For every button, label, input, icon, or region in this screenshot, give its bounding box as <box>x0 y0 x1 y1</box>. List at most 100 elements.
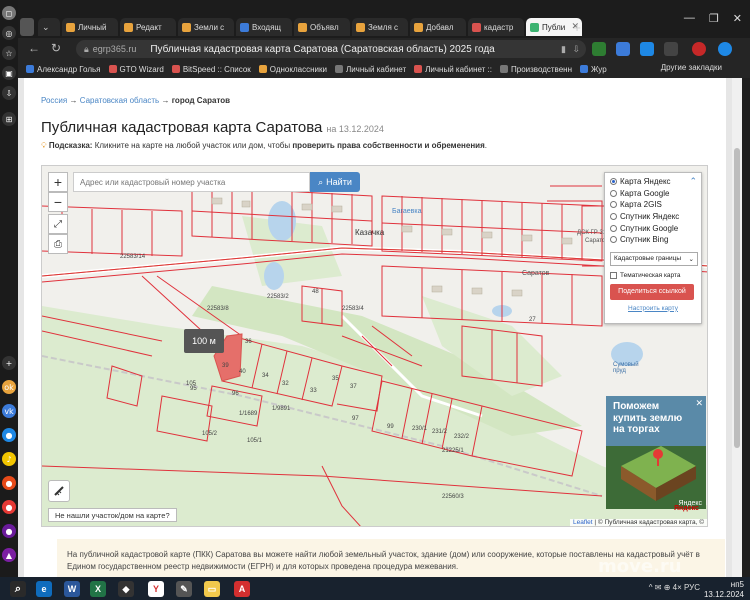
extension-icon[interactable] <box>616 42 630 56</box>
bookmark-item[interactable]: Личный кабинет <box>334 65 406 74</box>
download-icon[interactable]: ⇩ <box>572 44 580 55</box>
tab-6[interactable]: Добавл <box>410 18 466 36</box>
gimp-icon[interactable]: ✎ <box>176 581 192 597</box>
minimize-button[interactable]: — <box>684 12 695 25</box>
search-icon[interactable]: ⌕ <box>10 581 26 597</box>
thematic-toggle[interactable]: Тематическая карта <box>610 271 696 279</box>
parcel-number[interactable]: 37 <box>350 384 357 390</box>
market-icon[interactable]: ● <box>2 500 16 514</box>
layer-radio[interactable] <box>610 201 617 209</box>
app-icon[interactable]: ◆ <box>118 581 134 597</box>
layer-radio[interactable] <box>610 224 617 232</box>
parcel-number[interactable]: 21225/1 <box>442 448 464 454</box>
parcel-number[interactable]: 32 <box>282 381 289 387</box>
tab-3[interactable]: Входящ <box>236 18 292 36</box>
close-window-button[interactable]: ✕ <box>733 12 742 25</box>
layer-option[interactable]: Карта 2GIS <box>610 199 696 211</box>
translate-extension-icon[interactable] <box>640 42 654 56</box>
assistant-icon[interactable]: ▲ <box>2 548 16 562</box>
parcel-number[interactable]: 39 <box>222 363 229 369</box>
parcel-number[interactable]: 22583/14 <box>120 254 145 260</box>
tab-5[interactable]: Земля с <box>352 18 408 36</box>
odnoklassniki-icon[interactable]: ok <box>2 380 16 394</box>
layer-option[interactable]: Спутник Bing <box>610 234 696 246</box>
parcel-number[interactable]: 105 <box>186 381 196 387</box>
parcel-number[interactable]: 232/2 <box>454 434 469 440</box>
bookmark-item[interactable]: Александр Голья <box>26 65 101 74</box>
omnibox[interactable]: 🔒︎ egrp365.ru Публичная кадастровая карт… <box>76 40 586 58</box>
puzzle-extension-icon[interactable] <box>664 42 678 56</box>
tab-1[interactable]: Редакт <box>120 18 176 36</box>
parcel-number[interactable]: 34 <box>262 373 269 379</box>
music-icon[interactable]: ♪ <box>2 452 16 466</box>
edge-icon[interactable]: e <box>36 581 52 597</box>
other-bookmarks[interactable]: Другие закладки <box>661 63 722 72</box>
bookmark-item[interactable]: Одноклассники <box>258 65 327 74</box>
sidebar-tab-icon[interactable]: ▣ <box>2 66 16 80</box>
ad-banner[interactable]: Поможем купить землю на торгах ✕ Яндекс <box>606 396 706 509</box>
tab-menu[interactable]: ⌄ <box>38 18 60 36</box>
sidebar-messenger-icon[interactable]: ◎ <box>2 26 16 40</box>
parcel-number[interactable]: 1/9891 <box>272 406 290 412</box>
sidebar-download-icon[interactable]: ⇩ <box>2 86 16 100</box>
pdf-icon[interactable]: A <box>234 581 250 597</box>
not-found-button[interactable]: Не нашли участок/дом на карте? <box>48 508 177 522</box>
bookmark-icon[interactable]: ▮ <box>561 44 566 55</box>
parcel-number[interactable]: 230/1 <box>412 426 427 432</box>
parcel-number[interactable]: 40 <box>239 369 246 375</box>
layer-radio[interactable] <box>610 178 617 186</box>
parcel-number[interactable]: 97 <box>352 416 359 422</box>
layer-radio[interactable] <box>610 213 617 221</box>
boundary-select[interactable]: Кадастровые границы ⌄ <box>610 251 698 266</box>
chevron-up-icon[interactable]: ⌃ <box>689 176 697 187</box>
profile-avatar[interactable] <box>692 42 706 56</box>
layer-option[interactable]: Карта Google <box>610 188 696 200</box>
parcel-number[interactable]: 96 <box>232 391 239 397</box>
parcel-number[interactable]: 36 <box>245 339 252 345</box>
cadastral-map[interactable]: Багаевка Казачка Саратов ДСК ГР 31 - Сар… <box>41 165 708 527</box>
word-icon[interactable]: W <box>64 581 80 597</box>
layer-option[interactable]: Спутник Google <box>610 222 696 234</box>
thematic-checkbox[interactable] <box>610 271 617 279</box>
yandex-browser-icon[interactable]: Y <box>148 581 164 597</box>
refresh-icon[interactable]: ↻ <box>48 41 64 55</box>
sidebar-square-icon[interactable]: ◻ <box>2 6 16 20</box>
tab-pinned[interactable] <box>20 18 34 36</box>
tab-2[interactable]: Земли с <box>178 18 234 36</box>
excel-icon[interactable]: X <box>90 581 106 597</box>
maximize-button[interactable]: ❐ <box>709 12 719 25</box>
layer-option[interactable]: Карта Яндекс <box>610 176 696 188</box>
parcel-number[interactable]: 231/2 <box>432 429 447 435</box>
parcel-number[interactable]: 22583/4 <box>342 306 364 312</box>
layer-radio[interactable] <box>610 189 617 197</box>
bookmark-item[interactable]: Производственн <box>500 65 572 74</box>
app-icon[interactable]: ● <box>2 524 16 538</box>
tab-4[interactable]: Объявл <box>294 18 350 36</box>
print-icon[interactable]: ⎙ <box>48 234 68 254</box>
sidebar-bookmarks-icon[interactable]: ☆ <box>2 46 16 60</box>
sidebar-add-icon[interactable]: + <box>2 356 16 370</box>
parcel-number[interactable]: 22583/8 <box>207 306 229 312</box>
scroll-thumb[interactable] <box>734 148 740 448</box>
parcel-number[interactable]: 22560/3 <box>442 494 464 500</box>
sidebar-apps-icon[interactable]: ⊞ <box>2 112 16 126</box>
system-tray[interactable]: ^ ✉ ⊕ 4× РУС <box>649 583 700 592</box>
back-arrow-icon[interactable]: ← <box>26 41 42 55</box>
layer-radio[interactable] <box>610 236 617 244</box>
breadcrumb-russia[interactable]: Россия <box>41 96 67 105</box>
account-icon[interactable] <box>718 42 732 56</box>
clock[interactable]: ​нп5 13.12.2024 <box>704 580 744 599</box>
share-link-button[interactable]: Поделиться ссылкой <box>610 283 694 300</box>
vk-icon[interactable]: vk <box>2 404 16 418</box>
parcel-number[interactable]: 99 <box>387 424 394 430</box>
zoom-in-button[interactable]: + <box>48 172 68 192</box>
bookmark-item[interactable]: Жур <box>580 65 607 74</box>
layer-option[interactable]: Спутник Яндекс <box>610 211 696 223</box>
bookmark-item[interactable]: GTO Wizard <box>108 65 164 74</box>
breadcrumb-region[interactable]: Саратовская область <box>80 96 160 105</box>
tab-0[interactable]: Личный <box>62 18 118 36</box>
leaflet-link[interactable]: Leaflet <box>573 519 593 526</box>
parcel-number[interactable]: 27 <box>529 317 536 323</box>
parcel-number[interactable]: 33 <box>310 388 317 394</box>
folder-icon[interactable]: ▭ <box>204 581 220 597</box>
